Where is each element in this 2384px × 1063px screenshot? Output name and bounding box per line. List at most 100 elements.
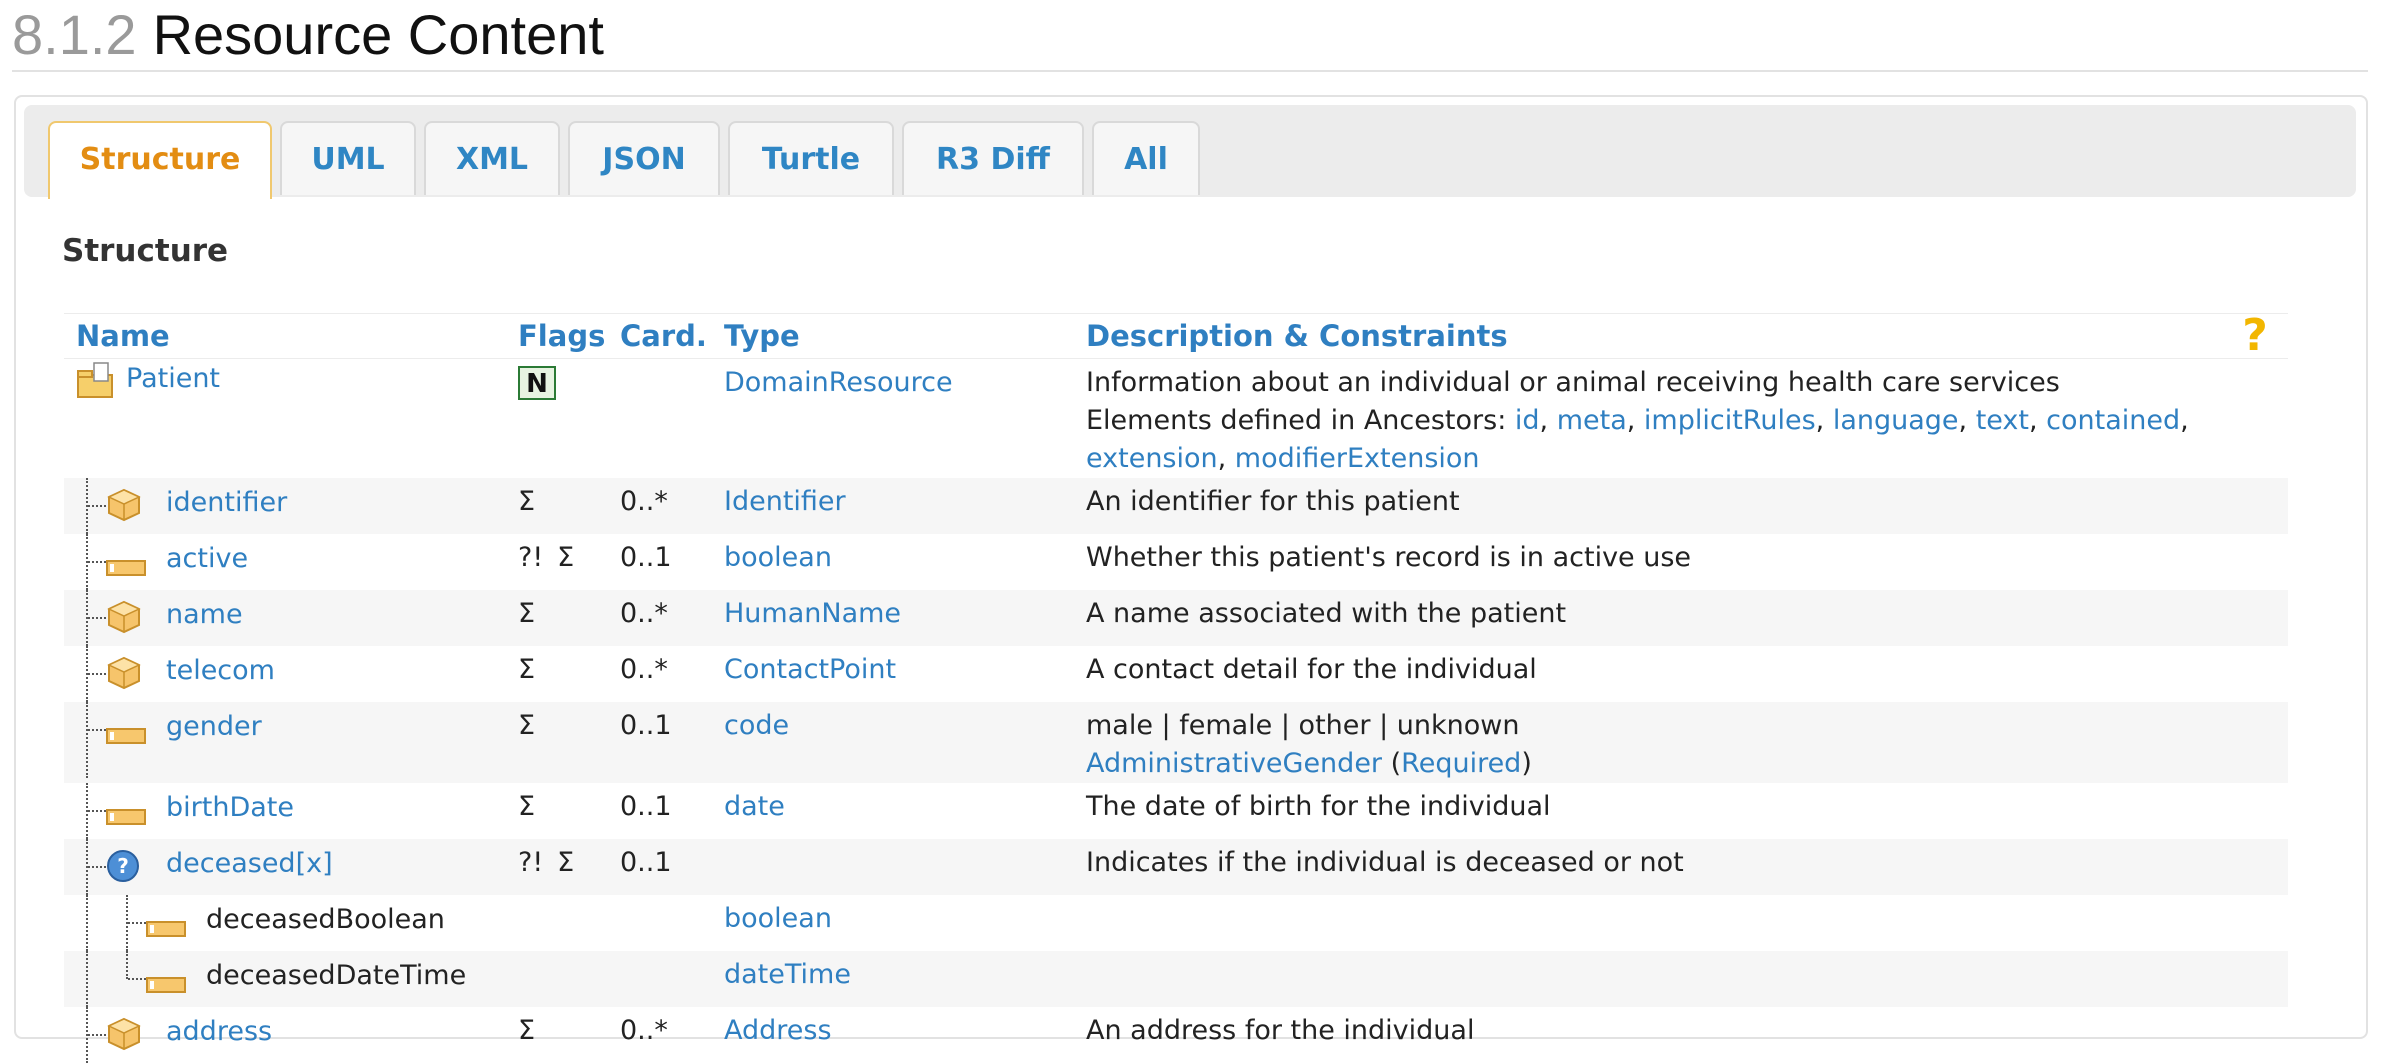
modifier-flag: ?! xyxy=(518,847,543,878)
summary-flag: Σ xyxy=(518,654,535,685)
valueset-link[interactable]: AdministrativeGender xyxy=(1086,748,1382,779)
type-link[interactable]: Address xyxy=(724,1015,832,1046)
datatype-icon xyxy=(106,656,142,701)
type-cell: ContactPoint xyxy=(712,646,1074,702)
resource-icon xyxy=(76,361,116,412)
type-link[interactable]: dateTime xyxy=(724,959,851,990)
description-cell xyxy=(1074,951,2288,1007)
description-text: The date of birth for the individual xyxy=(1086,788,2288,826)
flags-cell: Σ xyxy=(506,783,608,839)
tree-connector xyxy=(86,895,88,951)
table-header-row: Name Flags Card. Type Description & Cons… xyxy=(64,314,2288,359)
tree-connector xyxy=(88,561,106,563)
section-heading: 8.1.2Resource Content xyxy=(12,0,2368,72)
table-row: deceasedBooleanboolean xyxy=(64,895,2288,951)
datatype-icon xyxy=(106,600,142,645)
ancestor-link[interactable]: modifierExtension xyxy=(1235,443,1480,474)
tab-xml[interactable]: XML xyxy=(424,121,560,195)
element-name-link[interactable]: gender xyxy=(166,708,262,746)
ancestor-link[interactable]: language xyxy=(1833,405,1959,436)
type-cell: boolean xyxy=(712,895,1074,951)
choice-icon: ? xyxy=(106,849,140,894)
tab-uml[interactable]: UML xyxy=(280,121,416,195)
name-cell: ? deceased[x] xyxy=(64,839,506,895)
tree-connector xyxy=(86,702,88,778)
binding-line: AdministrativeGender (Required) xyxy=(1086,745,2288,783)
tree-connector xyxy=(128,922,146,924)
summary-flag: Σ xyxy=(557,847,574,878)
table-body: PatientNDomainResourceInformation about … xyxy=(64,359,2288,1063)
card-cell: 0..1 xyxy=(608,839,712,895)
tab-turtle[interactable]: Turtle xyxy=(728,121,894,195)
type-cell: boolean xyxy=(712,534,1074,590)
modifier-flag: ?! xyxy=(518,542,543,573)
primitive-icon xyxy=(106,719,146,757)
element-name-link[interactable]: active xyxy=(166,540,248,578)
flags-cell: Σ xyxy=(506,590,608,646)
col-card: Card. xyxy=(608,314,712,359)
flags-cell: ?! Σ xyxy=(506,839,608,895)
ancestor-link[interactable]: extension xyxy=(1086,443,1218,474)
flags-cell: Σ xyxy=(506,478,608,534)
structure-table: Name Flags Card. Type Description & Cons… xyxy=(64,313,2288,1063)
element-name-link[interactable]: name xyxy=(166,596,243,634)
type-link[interactable]: boolean xyxy=(724,903,832,934)
tree-connector xyxy=(88,673,106,675)
flags-cell: N xyxy=(506,359,608,479)
tab-structure[interactable]: Structure xyxy=(48,121,272,199)
primitive-icon xyxy=(146,968,186,1006)
ancestor-link[interactable]: meta xyxy=(1557,405,1627,436)
description-text: An identifier for this patient xyxy=(1086,483,2288,521)
type-cell xyxy=(712,839,1074,895)
type-link[interactable]: DomainResource xyxy=(724,367,953,398)
table-row: identifier Σ0..* Identifier An identifier f… xyxy=(64,478,2288,534)
description-cell: A contact detail for the individual xyxy=(1074,646,2288,702)
tab-json[interactable]: JSON xyxy=(568,121,720,195)
type-cell: Identifier xyxy=(712,478,1074,534)
description-text: Whether this patient's record is in acti… xyxy=(1086,539,2288,577)
ancestor-link[interactable]: contained xyxy=(2046,405,2180,436)
type-link[interactable]: code xyxy=(724,710,789,741)
card-cell: 0..* xyxy=(608,478,712,534)
element-name-link[interactable]: deceased[x] xyxy=(166,845,333,883)
element-name-link[interactable]: birthDate xyxy=(166,789,294,827)
description-cell: Whether this patient's record is in acti… xyxy=(1074,534,2288,590)
table-row: birthDateΣ0..1dateThe date of birth for … xyxy=(64,783,2288,839)
element-name-link[interactable]: address xyxy=(166,1013,272,1051)
element-name-link[interactable]: Patient xyxy=(126,360,220,398)
help-icon[interactable]: ? xyxy=(2236,316,2274,356)
ancestor-link[interactable]: id xyxy=(1515,405,1540,436)
type-link[interactable]: date xyxy=(724,791,785,822)
table-row: deceasedDateTimedateTime xyxy=(64,951,2288,1007)
type-link[interactable]: Identifier xyxy=(724,486,846,517)
binding-strength-link[interactable]: Required xyxy=(1401,748,1521,779)
tab-all[interactable]: All xyxy=(1092,121,1200,195)
element-name-link[interactable]: identifier xyxy=(166,484,287,522)
tab-r3-diff[interactable]: R3 Diff xyxy=(902,121,1084,195)
description-cell: A name associated with the patient xyxy=(1074,590,2288,646)
table-row: telecomΣ0..*ContactPointA contact detail… xyxy=(64,646,2288,702)
type-link[interactable]: HumanName xyxy=(724,598,901,629)
svg-text:?: ? xyxy=(117,854,129,878)
flags-cell: Σ xyxy=(506,1007,608,1063)
name-cell: active xyxy=(64,534,506,590)
tree-connector xyxy=(88,729,106,731)
primitive-icon xyxy=(146,912,186,950)
element-name-link[interactable]: telecom xyxy=(166,652,275,690)
name-cell: Patient xyxy=(64,359,506,479)
section-title-text: Resource Content xyxy=(153,3,604,66)
normative-badge: N xyxy=(518,366,556,400)
card-cell: 0..1 xyxy=(608,702,712,783)
ancestor-link[interactable]: text xyxy=(1976,405,2029,436)
flags-cell xyxy=(506,895,608,951)
datatype-icon xyxy=(106,488,142,533)
type-link[interactable]: ContactPoint xyxy=(724,654,896,685)
table-row-root: PatientNDomainResourceInformation about … xyxy=(64,359,2288,479)
table-row: active?!Σ0..1booleanWhether this patient… xyxy=(64,534,2288,590)
type-link[interactable]: boolean xyxy=(724,542,832,573)
tree-connector xyxy=(88,810,106,812)
col-type: Type xyxy=(712,314,1074,359)
tree-connector xyxy=(126,951,128,979)
ancestor-link[interactable]: implicitRules xyxy=(1644,405,1816,436)
tree-connector xyxy=(88,1034,106,1036)
